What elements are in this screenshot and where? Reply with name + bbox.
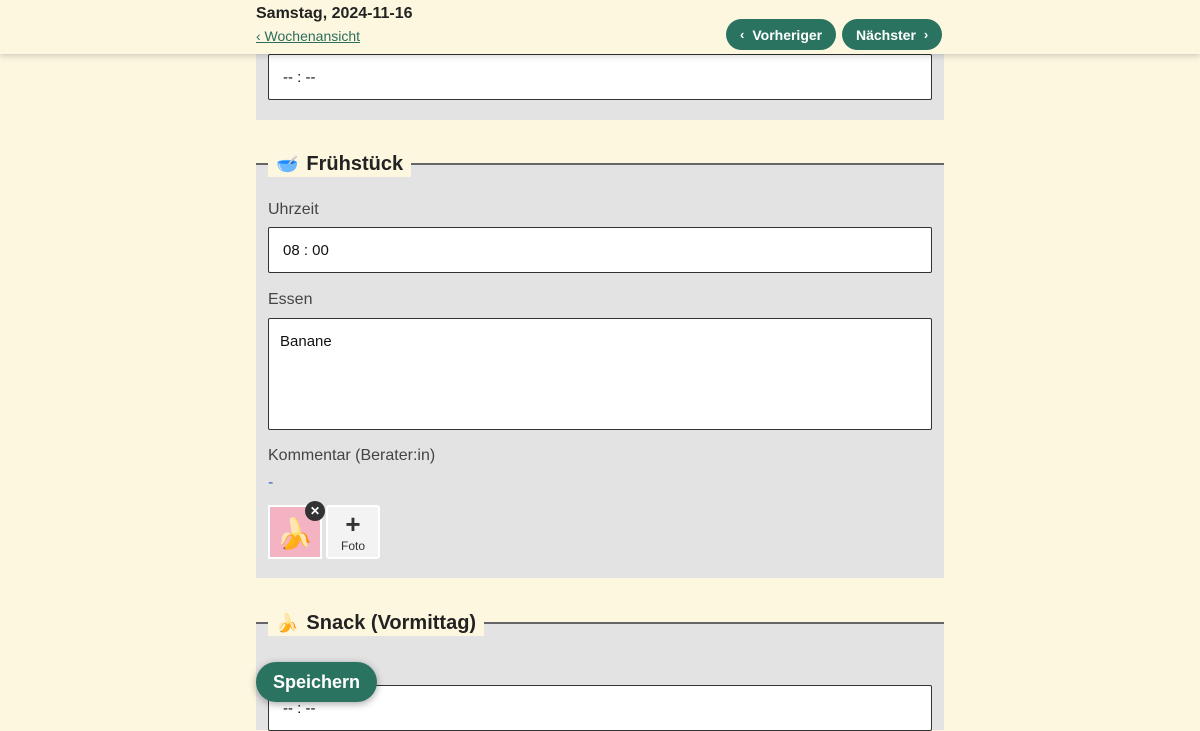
- remove-photo-icon[interactable]: ✕: [305, 501, 325, 521]
- add-photo-button[interactable]: + Foto: [326, 505, 380, 559]
- banana-photo-icon: 🍌: [276, 518, 314, 551]
- top-bar: Samstag, 2024-11-16 ‹ Wochenansicht ‹ Vo…: [0, 0, 1200, 54]
- breakfast-title: Frühstück: [306, 152, 404, 175]
- add-photo-label: Foto: [340, 538, 365, 553]
- page-title: Samstag, 2024-11-16: [256, 5, 413, 22]
- save-button[interactable]: Speichern: [256, 662, 378, 702]
- snack-title: Snack (Vormittag): [306, 611, 477, 634]
- plus-icon: +: [345, 508, 361, 539]
- breakfast-time-label: Uhrzeit: [268, 201, 319, 218]
- chevron-left-icon: ‹: [740, 27, 745, 42]
- previous-time-input[interactable]: -- : --: [268, 54, 932, 100]
- breakfast-food-textarea[interactable]: Banane: [268, 318, 932, 430]
- previous-button[interactable]: ‹ Vorheriger: [726, 19, 837, 50]
- bowl-icon: 🥣: [276, 153, 299, 174]
- breakfast-food-label: Essen: [268, 291, 313, 308]
- week-view-link[interactable]: ‹ Wochenansicht: [256, 28, 360, 44]
- banana-icon: 🍌: [276, 612, 299, 633]
- next-button[interactable]: Nächster ›: [842, 19, 943, 50]
- snack-heading: 🍌 Snack (Vormittag): [268, 610, 485, 636]
- breakfast-comment-value: -: [268, 474, 274, 491]
- chevron-right-icon: ›: [923, 27, 929, 42]
- previous-label: Vorheriger: [752, 26, 823, 43]
- breakfast-comment-label: Kommentar (Berater:in): [268, 447, 436, 464]
- breakfast-heading: 🥣 Frühstück: [268, 151, 412, 177]
- next-label: Nächster: [856, 26, 916, 43]
- breakfast-time-input[interactable]: 08 : 00: [268, 227, 932, 273]
